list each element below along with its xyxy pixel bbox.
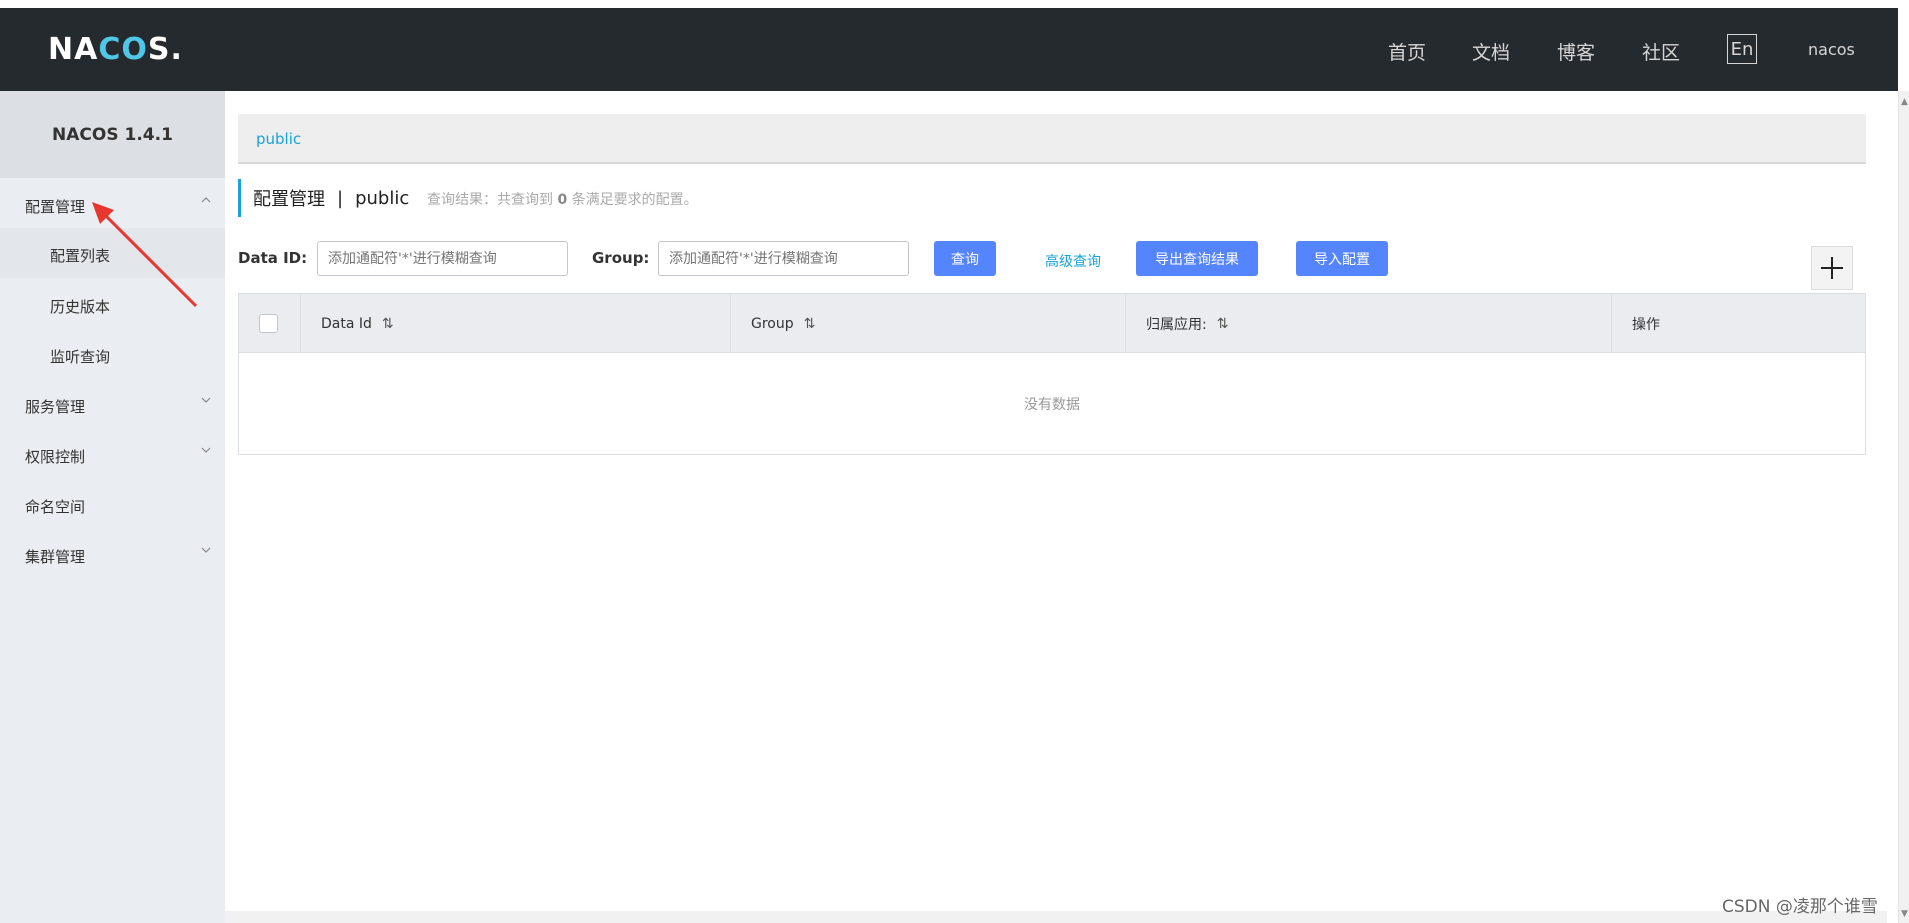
browser-top-strip xyxy=(0,0,1909,8)
horizontal-scrollbar[interactable] xyxy=(225,911,1887,923)
nav-blog[interactable]: 博客 xyxy=(1557,38,1595,65)
search-row: Data ID: Group: 查询 高级查询 导出查询结果 导入配置 xyxy=(238,239,1866,279)
data-id-input[interactable] xyxy=(317,241,568,276)
red-annotation-arrow xyxy=(92,202,198,308)
page-title-namespace: public xyxy=(355,187,410,209)
empty-text: 没有数据 xyxy=(1024,396,1080,413)
table-header: Data Id ⇅ Group ⇅ 归属应用: ⇅ 操作 xyxy=(239,294,1865,353)
page-title-text: 配置管理 xyxy=(253,189,325,210)
column-group-label: Group xyxy=(751,315,794,332)
version-title: NACOS 1.4.1 xyxy=(0,91,225,178)
sort-icon[interactable]: ⇅ xyxy=(382,316,394,332)
column-data-id[interactable]: Data Id ⇅ xyxy=(301,294,731,353)
select-all-checkbox[interactable] xyxy=(259,314,278,333)
sort-icon[interactable]: ⇅ xyxy=(804,316,816,332)
config-table: Data Id ⇅ Group ⇅ 归属应用: ⇅ 操作 没有数据 xyxy=(238,293,1866,455)
logo-text-post: S. xyxy=(147,31,183,67)
logo-text-pre: NA xyxy=(48,31,99,67)
table-empty-body: 没有数据 xyxy=(239,353,1865,454)
menu-config-management[interactable]: 配置管理 xyxy=(25,196,85,217)
nav-docs[interactable]: 文档 xyxy=(1472,38,1510,65)
plus-icon xyxy=(1821,257,1843,279)
language-toggle-button[interactable]: En xyxy=(1727,34,1757,64)
top-header: NA CO S. xyxy=(0,8,1898,91)
page-title: 配置管理 | public xyxy=(238,179,409,217)
logo-text-accent: CO xyxy=(98,31,148,67)
query-button[interactable]: 查询 xyxy=(934,241,996,276)
csdn-watermark: CSDN @凌那个谁雪 xyxy=(1722,897,1878,917)
chevron-down-icon[interactable] xyxy=(200,444,212,460)
vertical-scrollbar[interactable]: ▲ ▼ xyxy=(1898,91,1909,923)
menu-cluster-management[interactable]: 集群管理 xyxy=(25,546,85,567)
chevron-down-icon[interactable] xyxy=(200,544,212,560)
column-actions: 操作 xyxy=(1612,294,1865,353)
namespace-bar: public xyxy=(238,114,1866,164)
sort-icon[interactable]: ⇅ xyxy=(1217,316,1229,332)
query-result-prefix: 查询结果：共查询到 xyxy=(427,192,553,208)
column-actions-label: 操作 xyxy=(1632,316,1660,333)
scroll-up-icon[interactable]: ▲ xyxy=(1901,97,1908,107)
namespace-tag-public[interactable]: public xyxy=(256,130,301,148)
column-app-label: 归属应用: xyxy=(1146,316,1207,333)
import-config-button[interactable]: 导入配置 xyxy=(1296,241,1388,276)
query-result-text: 查询结果：共查询到 0 条满足要求的配置。 xyxy=(427,189,698,209)
main-content: public 配置管理 | public 查询结果：共查询到 0 条满足要求的配… xyxy=(225,91,1887,923)
menu-permission-control[interactable]: 权限控制 xyxy=(25,446,85,467)
group-label: Group: xyxy=(592,249,650,267)
group-input[interactable] xyxy=(658,241,909,276)
query-result-suffix: 条满足要求的配置。 xyxy=(571,192,698,208)
query-result-count: 0 xyxy=(557,192,568,208)
nav-community[interactable]: 社区 xyxy=(1642,38,1680,65)
select-all-cell xyxy=(239,294,301,353)
advanced-query-link[interactable]: 高级查询 xyxy=(1045,251,1101,271)
chevron-down-icon[interactable] xyxy=(200,394,212,410)
column-group[interactable]: Group ⇅ xyxy=(731,294,1126,353)
nacos-logo[interactable]: NA CO S. xyxy=(48,30,183,68)
add-config-button[interactable] xyxy=(1811,246,1853,290)
title-separator: | xyxy=(337,187,344,209)
menu-namespace[interactable]: 命名空间 xyxy=(25,496,85,517)
column-app[interactable]: 归属应用: ⇅ xyxy=(1126,294,1612,353)
user-name[interactable]: nacos xyxy=(1808,40,1855,59)
submenu-listener-query[interactable]: 监听查询 xyxy=(50,346,110,367)
scroll-down-icon[interactable]: ▼ xyxy=(1901,909,1908,919)
column-data-id-label: Data Id xyxy=(321,315,372,332)
nav-home[interactable]: 首页 xyxy=(1388,38,1426,65)
export-results-button[interactable]: 导出查询结果 xyxy=(1136,241,1258,276)
menu-service-management[interactable]: 服务管理 xyxy=(25,396,85,417)
data-id-label: Data ID: xyxy=(238,249,308,267)
